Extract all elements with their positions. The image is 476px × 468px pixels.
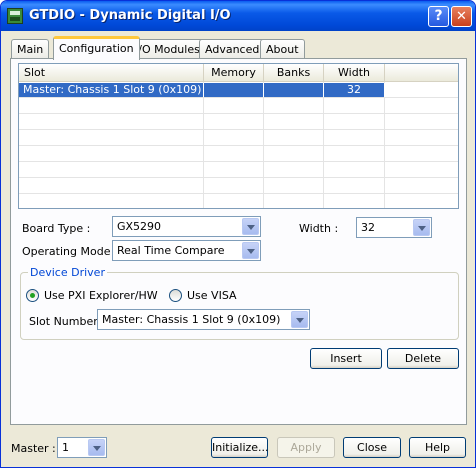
board-type-value: GX5290 bbox=[117, 220, 162, 233]
app-icon[interactable] bbox=[7, 8, 23, 24]
master-label: Master : bbox=[11, 442, 56, 455]
column-header-width[interactable]: Width bbox=[324, 64, 385, 82]
column-header-banks[interactable]: Banks bbox=[264, 64, 324, 82]
tab-io-modules[interactable]: I/O Modules bbox=[129, 39, 206, 59]
cell-slot: Master: Chassis 1 Slot 9 (0x109) bbox=[19, 83, 204, 97]
board-type-combo[interactable]: GX5290 bbox=[112, 216, 261, 237]
table-row[interactable]: Master: Chassis 1 Slot 9 (0x109) 32 bbox=[19, 83, 458, 98]
help-icon[interactable]: ? bbox=[428, 6, 449, 27]
main-window: GTDIO - Dynamic Digital I/O ? ✕ Main Con… bbox=[0, 0, 476, 468]
slot-number-label: Slot Number : bbox=[29, 315, 105, 328]
width-combo[interactable]: 32 bbox=[356, 217, 432, 238]
radio-pxi-explorer[interactable] bbox=[26, 289, 39, 302]
apply-button[interactable]: Apply bbox=[277, 437, 335, 458]
tab-configuration[interactable]: Configuration bbox=[53, 36, 140, 60]
insert-button[interactable]: Insert bbox=[310, 348, 382, 369]
column-header-memory[interactable]: Memory bbox=[204, 64, 264, 82]
master-combo[interactable]: 1 bbox=[57, 437, 107, 458]
slot-number-value: Master: Chassis 1 Slot 9 (0x109) bbox=[102, 313, 281, 326]
master-value: 1 bbox=[62, 441, 69, 454]
title-bar[interactable]: GTDIO - Dynamic Digital I/O ? ✕ bbox=[1, 1, 475, 31]
column-header-slot[interactable]: Slot bbox=[19, 64, 204, 82]
radio-visa[interactable] bbox=[169, 289, 182, 302]
window-title: GTDIO - Dynamic Digital I/O bbox=[29, 8, 231, 23]
delete-button[interactable]: Delete bbox=[387, 348, 459, 369]
radio-visa-label[interactable]: Use VISA bbox=[187, 289, 237, 302]
operating-mode-value: Real Time Compare bbox=[117, 244, 225, 257]
radio-pxi-explorer-label[interactable]: Use PXI Explorer/HW bbox=[44, 289, 158, 302]
width-value: 32 bbox=[361, 221, 375, 234]
slot-list[interactable]: Slot Memory Banks Width Master: Chassis … bbox=[18, 63, 459, 209]
close-icon[interactable]: ✕ bbox=[451, 6, 472, 27]
slot-number-combo[interactable]: Master: Chassis 1 Slot 9 (0x109) bbox=[97, 309, 310, 330]
operating-mode-label: Operating Mode : bbox=[22, 245, 118, 258]
device-driver-legend: Device Driver bbox=[28, 266, 107, 279]
tab-main[interactable]: Main bbox=[11, 39, 50, 59]
operating-mode-combo[interactable]: Real Time Compare bbox=[112, 240, 261, 261]
width-label: Width : bbox=[299, 222, 339, 235]
board-type-label: Board Type : bbox=[22, 222, 91, 235]
cell-width: 32 bbox=[324, 83, 385, 97]
chevron-down-icon[interactable] bbox=[242, 242, 259, 259]
cell-memory bbox=[204, 83, 264, 97]
chevron-down-icon[interactable] bbox=[413, 219, 430, 236]
list-header: Slot Memory Banks Width bbox=[19, 64, 458, 82]
chevron-down-icon[interactable] bbox=[242, 218, 259, 235]
initialize-button[interactable]: Initialize... bbox=[211, 437, 269, 458]
chevron-down-icon[interactable] bbox=[88, 439, 105, 456]
chevron-down-icon[interactable] bbox=[291, 311, 308, 328]
tab-advanced[interactable]: Advanced bbox=[199, 39, 266, 59]
close-button[interactable]: Close bbox=[343, 437, 401, 458]
help-button[interactable]: Help bbox=[409, 437, 466, 458]
tab-about[interactable]: About bbox=[260, 39, 305, 59]
cell-banks bbox=[264, 83, 324, 97]
